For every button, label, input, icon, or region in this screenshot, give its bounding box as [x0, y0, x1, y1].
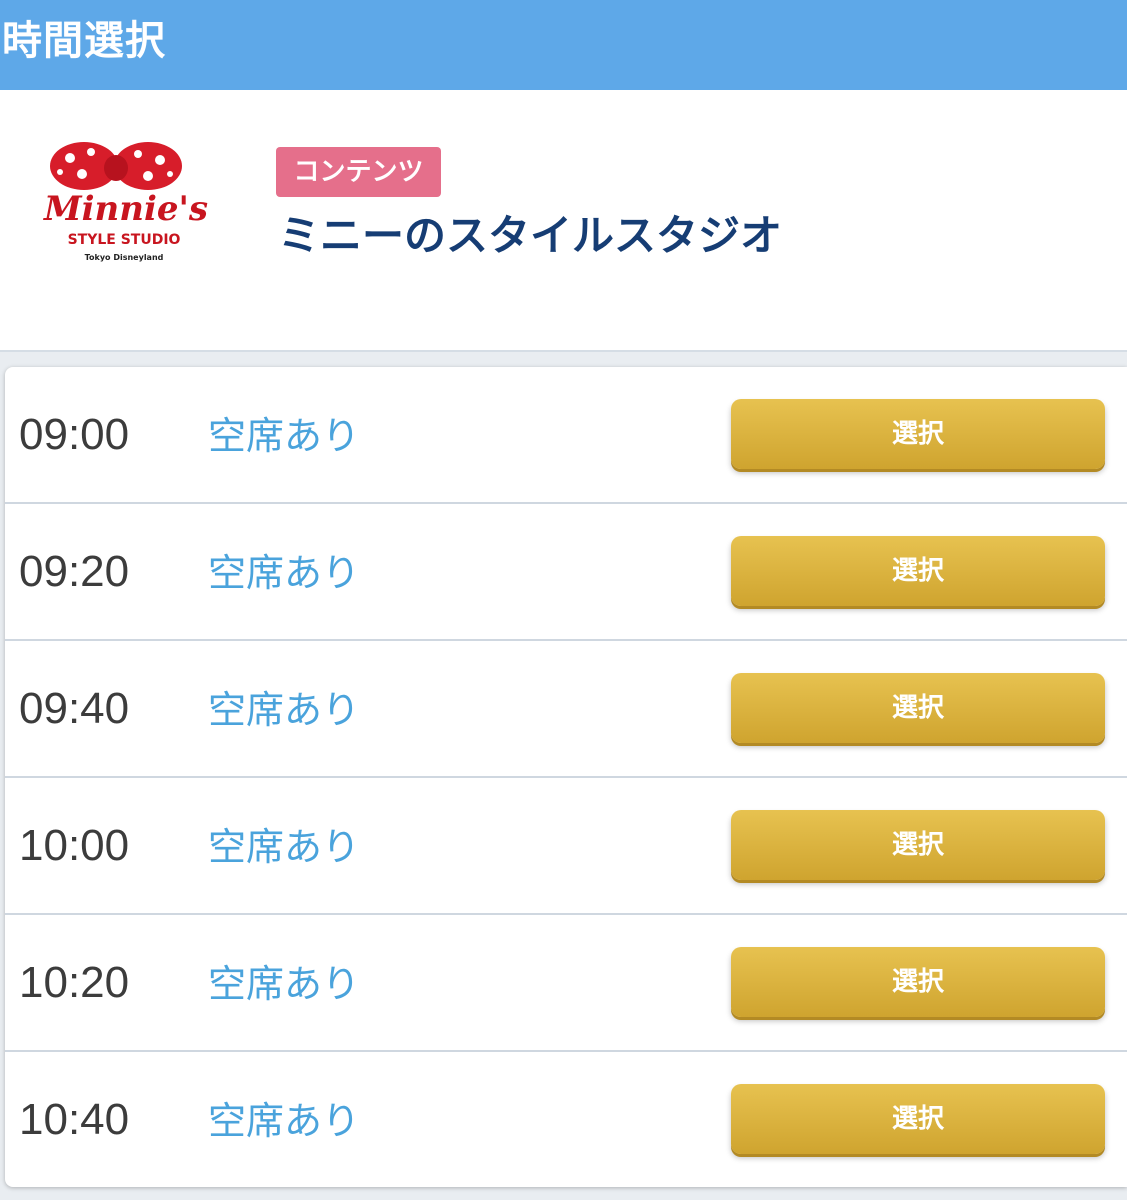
slot-availability: 空席あり — [208, 825, 361, 869]
slot-availability: 空席あり — [208, 962, 361, 1006]
page-header: 時間選択 — [0, 0, 1127, 90]
slot-time: 09:00 — [19, 410, 130, 459]
time-slot-row: 10:40 空席あり 選択 — [5, 1052, 1127, 1187]
time-slot-card: 09:00 空席あり 選択 09:20 空席あり 選択 09:40 空席あり 選… — [5, 367, 1127, 1187]
select-button[interactable]: 選択 — [731, 399, 1105, 469]
select-button[interactable]: 選択 — [731, 673, 1105, 743]
time-slot-row: 10:20 空席あり 選択 — [5, 915, 1127, 1052]
time-slot-list-area: 09:00 空席あり 選択 09:20 空席あり 選択 09:40 空席あり 選… — [0, 352, 1127, 1200]
attraction-title: ミニーのスタイルスタジオ — [278, 211, 783, 260]
minnie-style-studio-logo: Minnie's STYLE STUDIO Tokyo Disneyland — [36, 138, 216, 268]
logo-brand-line: STYLE STUDIO — [68, 232, 181, 248]
slot-availability: 空席あり — [208, 414, 361, 458]
slot-availability: 空席あり — [208, 688, 361, 732]
slot-availability: 空席あり — [208, 551, 361, 595]
page-title: 時間選択 — [2, 18, 166, 64]
category-badge: コンテンツ — [276, 147, 441, 197]
logo-sub-text: Tokyo Disneyland — [85, 253, 164, 262]
time-slot-row: 09:00 空席あり 選択 — [5, 367, 1127, 504]
slot-time: 10:40 — [19, 1095, 130, 1144]
bow-icon — [50, 142, 182, 190]
select-button[interactable]: 選択 — [731, 947, 1105, 1017]
logo-graphic: Minnie's STYLE STUDIO Tokyo Disneyland — [43, 142, 208, 262]
time-slot-row: 09:20 空席あり 選択 — [5, 504, 1127, 641]
slot-time: 09:20 — [19, 547, 130, 596]
slot-time: 10:00 — [19, 821, 130, 870]
slot-availability: 空席あり — [208, 1099, 361, 1143]
select-button[interactable]: 選択 — [731, 810, 1105, 880]
slot-time: 10:20 — [19, 958, 130, 1007]
slot-time: 09:40 — [19, 684, 130, 733]
logo-script-text: Minnie's — [43, 189, 208, 229]
time-slot-row: 09:40 空席あり 選択 — [5, 641, 1127, 778]
attraction-info: Minnie's STYLE STUDIO Tokyo Disneyland コ… — [0, 90, 1127, 352]
select-button[interactable]: 選択 — [731, 1084, 1105, 1154]
time-slot-row: 10:00 空席あり 選択 — [5, 778, 1127, 915]
select-button[interactable]: 選択 — [731, 536, 1105, 606]
